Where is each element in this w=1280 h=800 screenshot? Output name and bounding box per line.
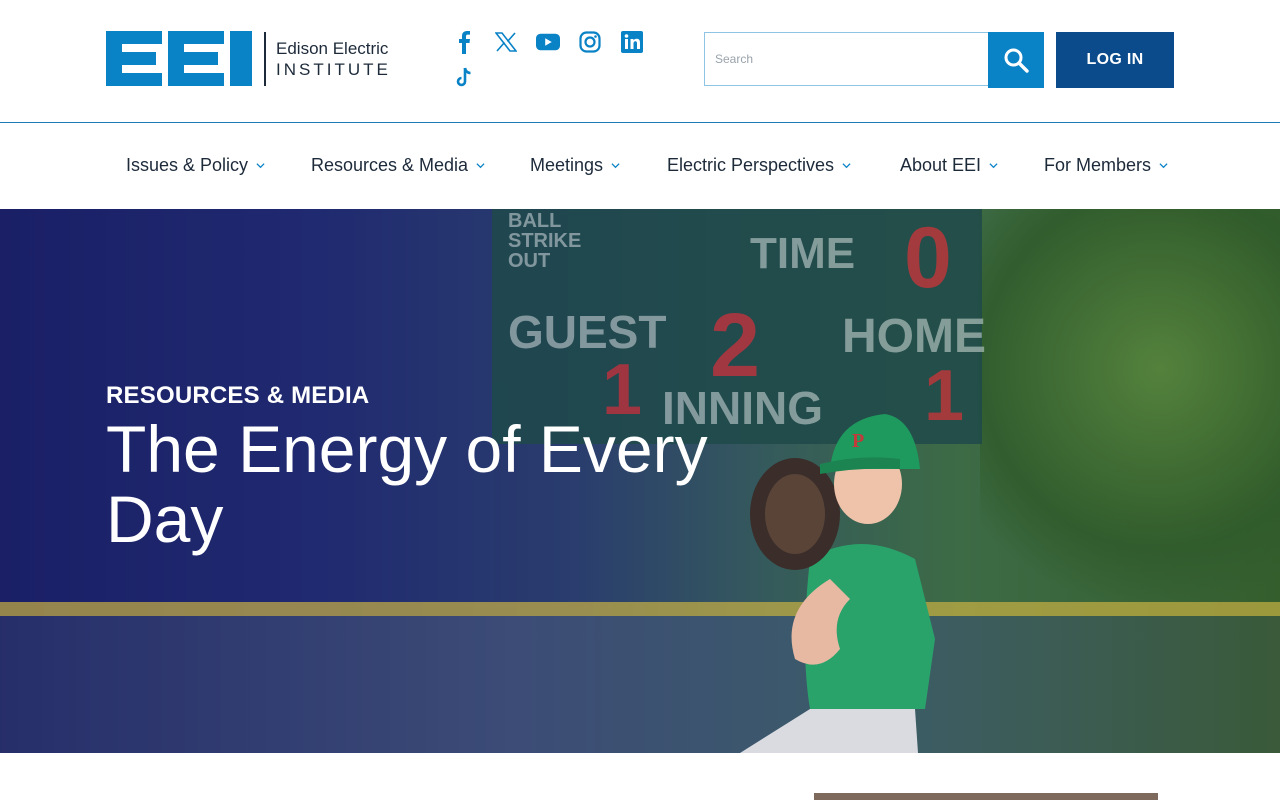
outfield-fence xyxy=(0,602,1280,616)
linkedin-icon[interactable] xyxy=(620,30,644,54)
hero-title: The Energy of Every Day xyxy=(106,412,708,556)
svg-text:P: P xyxy=(852,430,864,452)
chevron-down-icon xyxy=(842,163,851,169)
logo-name-line2: INSTITUTE xyxy=(276,59,391,79)
site-header: Edison Electric INSTITUTE Search LOG IN xyxy=(0,0,1280,123)
nav-resources-media[interactable]: Resources & Media xyxy=(311,155,485,176)
x-icon[interactable] xyxy=(494,30,518,54)
nav-electric-perspectives[interactable]: Electric Perspectives xyxy=(667,155,851,176)
logo-name-line1: Edison Electric xyxy=(276,38,389,58)
logo-divider xyxy=(264,31,266,86)
nav-issues-policy[interactable]: Issues & Policy xyxy=(126,155,265,176)
chevron-down-icon xyxy=(476,163,485,169)
social-links xyxy=(452,30,652,90)
nav-for-members[interactable]: For Members xyxy=(1044,155,1168,176)
chevron-down-icon xyxy=(611,163,620,169)
nav-meetings[interactable]: Meetings xyxy=(530,155,620,176)
youtube-icon[interactable] xyxy=(536,30,560,54)
hero-banner: BALL STRIKE OUT TIME 0 GUEST 1 2 INNING … xyxy=(0,209,1280,753)
nav-about-eei[interactable]: About EEI xyxy=(900,155,998,176)
chevron-down-icon xyxy=(989,163,998,169)
eei-logo[interactable]: Edison Electric INSTITUTE xyxy=(106,31,391,86)
hero-text: RESOURCES & MEDIA The Energy of Every Da… xyxy=(106,382,806,554)
login-button[interactable]: LOG IN xyxy=(1056,32,1174,88)
logo-mark xyxy=(106,31,252,86)
hero-eyebrow: RESOURCES & MEDIA xyxy=(106,382,370,409)
tiktok-icon[interactable] xyxy=(452,66,476,90)
instagram-icon[interactable] xyxy=(578,30,602,54)
background-trees xyxy=(980,209,1280,609)
main-nav: Issues & Policy Resources & Media Meetin… xyxy=(0,123,1280,209)
facebook-icon[interactable] xyxy=(452,30,476,54)
search-button[interactable] xyxy=(988,32,1044,88)
article-thumbnail[interactable] xyxy=(814,793,1158,800)
field xyxy=(0,616,1280,753)
chevron-down-icon xyxy=(1159,163,1168,169)
chevron-down-icon xyxy=(256,163,265,169)
search-icon xyxy=(1004,48,1029,73)
search-input[interactable] xyxy=(704,32,988,86)
